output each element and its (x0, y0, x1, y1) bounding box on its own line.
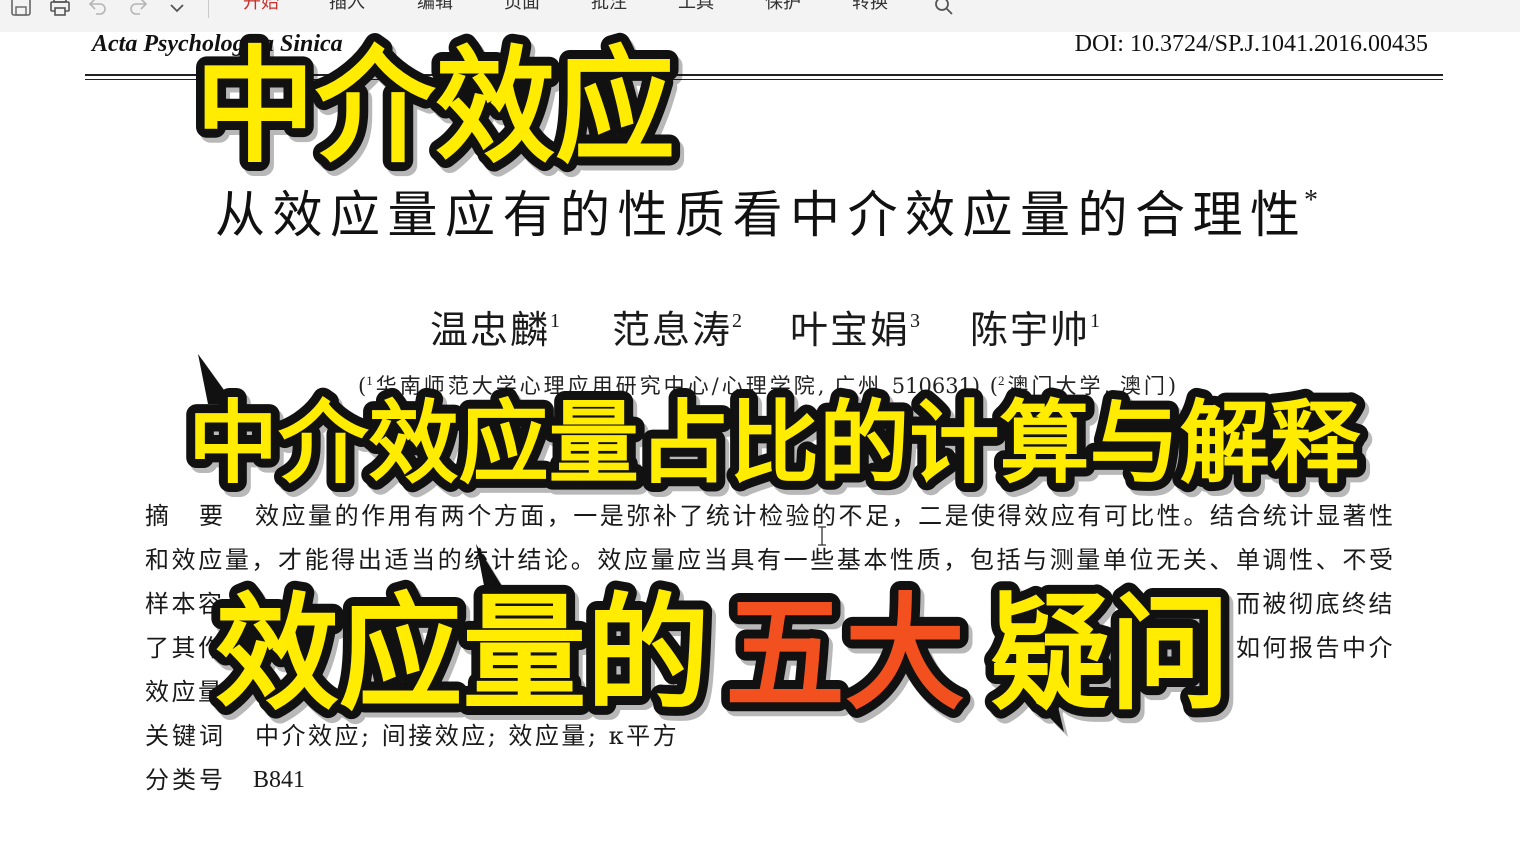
abstract-line-fragment: 而被彻底终结 (1236, 590, 1395, 618)
abstract-line-fragment: 如何报告中介 (1236, 634, 1395, 662)
affiliation-text: 华南师范大学心理应用研究中心/心理学院, 广州 510631) ( (372, 374, 998, 398)
headline-proportion-calculation: 中介效应量占比的计算与解释 (188, 391, 1361, 496)
affiliation-paren: ( (358, 374, 367, 398)
tab-page[interactable]: 页面 (504, 0, 540, 15)
text-cursor-icon (818, 526, 826, 546)
classification-label: 分类号 (145, 766, 226, 794)
author: 温忠麟1 (430, 296, 560, 355)
affiliation-text: 澳门大学, 澳门) (1004, 374, 1177, 398)
author-affil-mark: 3 (910, 310, 921, 332)
sticker-spike (198, 354, 234, 404)
headline-questions-part: 疑问 (990, 582, 1230, 727)
tab-edit[interactable]: 编辑 (417, 0, 453, 15)
headline-five-major-part: 五大 (725, 582, 965, 727)
author: 叶宝娟3 (790, 296, 920, 355)
author-affil-mark: 1 (1090, 310, 1101, 332)
tab-protect[interactable]: 保护 (765, 0, 801, 15)
tab-home[interactable]: 开始 (243, 0, 279, 15)
author-affil-mark: 2 (732, 310, 743, 332)
tab-tools[interactable]: 工具 (678, 0, 714, 15)
keywords-value: 中介效应; 间接效应; 效应量; κ平方 (255, 722, 680, 750)
tab-annotate[interactable]: 批注 (591, 0, 627, 15)
classification-value: B841 (253, 767, 306, 793)
save-icon[interactable] (9, 0, 33, 18)
author-name: 范息涛 (612, 308, 733, 352)
undo-icon[interactable] (86, 0, 110, 18)
journal-name: Acta Psychologica Sinica (92, 31, 343, 57)
header-rule-thin (85, 79, 1443, 80)
keywords-label: 关键词 (145, 722, 226, 750)
doi-text: DOI: 10.3724/SP.J.1041.2016.00435 (1074, 31, 1428, 57)
author-name: 陈宇帅 (970, 308, 1091, 352)
redo-icon[interactable] (126, 0, 150, 18)
headline-effect-size-part: 效应量的 (215, 582, 710, 727)
author: 陈宇帅1 (970, 296, 1100, 355)
overlay-stickers: 中介效应 中介效应量占比的计算与解释 效应量的 五大 疑问 (179, 26, 1370, 736)
abstract-line-fragment: 效应量 (145, 678, 225, 706)
abstract-line-fragment: 了其作 (145, 634, 225, 662)
toolbar-separator (208, 0, 209, 18)
author-name: 叶宝娟 (790, 308, 911, 352)
ribbon-toolbar: 开始 插入 编辑 页面 批注 工具 保护 转换 (0, 0, 1520, 32)
print-icon[interactable] (48, 0, 72, 18)
author-affil-mark: 1 (550, 310, 561, 332)
header-rule (85, 74, 1443, 76)
author: 范息涛2 (612, 296, 742, 355)
tab-convert[interactable]: 转换 (852, 0, 888, 15)
title-footnote-mark: * (1304, 185, 1318, 216)
tab-insert[interactable]: 插入 (329, 0, 365, 15)
abstract-line: 和效应量，才能得出适当的统计结论。效应量应当具有一些基本性质，包括与测量单位无关… (145, 546, 1393, 574)
abstract-label: 摘 要 (145, 502, 226, 530)
chevron-down-icon[interactable] (165, 0, 189, 21)
search-icon[interactable] (932, 0, 956, 18)
affiliation-line: (1华南师范大学心理应用研究中心/心理学院, 广州 510631) (2澳门大学… (358, 368, 1176, 399)
abstract-line-fragment: 样本容 (145, 590, 225, 618)
paper-title: 从效应量应有的性质看中介效应量的合理性 (215, 186, 1300, 244)
sticker-spike (1030, 698, 1064, 732)
author-name: 温忠麟 (430, 308, 551, 352)
